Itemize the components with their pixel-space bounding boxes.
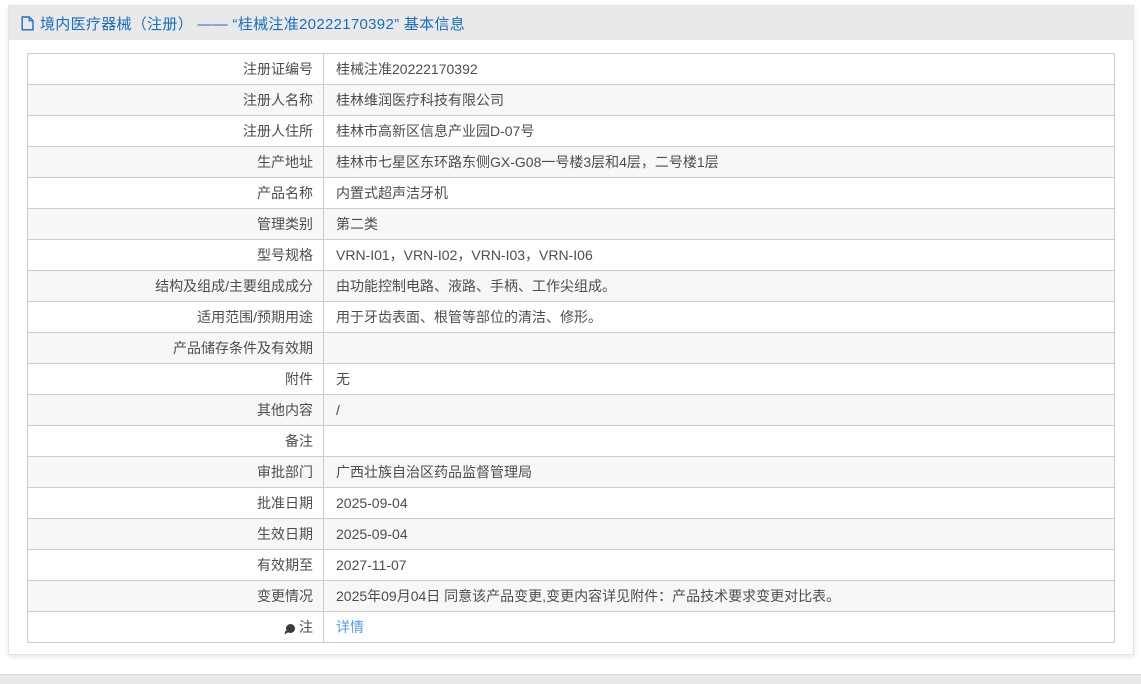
row-label: 变更情况	[27, 580, 324, 612]
table-row: 有效期至 2027-11-07	[27, 549, 1115, 581]
row-value: 桂林维润医疗科技有限公司	[323, 84, 1115, 116]
card-body: 注册证编号 桂械注准20222170392 注册人名称 桂林维润医疗科技有限公司…	[9, 40, 1133, 654]
row-label: 注册人名称	[27, 84, 324, 116]
row-label: 其他内容	[27, 394, 324, 426]
registration-info-card: 境内医疗器械（注册） —— “桂械注准20222170392” 基本信息 注册证…	[8, 5, 1134, 655]
row-label: 备注	[27, 425, 324, 457]
details-link[interactable]: 详情	[336, 619, 364, 635]
row-label: 管理类别	[27, 208, 324, 240]
row-label: 注	[27, 611, 324, 643]
row-label: 注册人住所	[27, 115, 324, 147]
page-title: 境内医疗器械（注册） —— “桂械注准20222170392” 基本信息	[40, 15, 466, 33]
row-label: 型号规格	[27, 239, 324, 271]
row-value: 由功能控制电路、液路、手柄、工作尖组成。	[323, 270, 1115, 302]
row-label: 注册证编号	[27, 53, 324, 85]
table-row: 注册证编号 桂械注准20222170392	[27, 53, 1115, 85]
row-value: 2025-09-04	[323, 518, 1115, 550]
row-value: 详情	[323, 611, 1115, 643]
row-value: 桂林市高新区信息产业园D-07号	[323, 115, 1115, 147]
row-value: VRN-I01，VRN-I02，VRN-I03，VRN-I06	[323, 239, 1115, 271]
table-row: 注册人住所 桂林市高新区信息产业园D-07号	[27, 115, 1115, 147]
table-row: 生效日期 2025-09-04	[27, 518, 1115, 550]
table-row: 产品储存条件及有效期	[27, 332, 1115, 364]
row-value: 桂林市七星区东环路东侧GX-G08一号楼3层和4层，二号楼1层	[323, 146, 1115, 178]
row-value: 桂械注准20222170392	[323, 53, 1115, 85]
bottom-edge-strip	[0, 674, 1141, 684]
table-row: 审批部门 广西壮族自治区药品监督管理局	[27, 456, 1115, 488]
table-row: 结构及组成/主要组成成分 由功能控制电路、液路、手柄、工作尖组成。	[27, 270, 1115, 302]
table-row: 注 详情	[27, 611, 1115, 643]
document-icon	[21, 15, 34, 31]
row-value: 第二类	[323, 208, 1115, 240]
row-label: 适用范围/预期用途	[27, 301, 324, 333]
row-label: 生效日期	[27, 518, 324, 550]
table-row: 注册人名称 桂林维润医疗科技有限公司	[27, 84, 1115, 116]
table-row: 备注	[27, 425, 1115, 457]
row-value: 2025-09-04	[323, 487, 1115, 519]
table-row: 批准日期 2025-09-04	[27, 487, 1115, 519]
row-value: 用于牙齿表面、根管等部位的清洁、修形。	[323, 301, 1115, 333]
row-label: 产品名称	[27, 177, 324, 209]
row-value: 2027-11-07	[323, 549, 1115, 581]
table-row: 型号规格 VRN-I01，VRN-I02，VRN-I03，VRN-I06	[27, 239, 1115, 271]
row-label: 结构及组成/主要组成成分	[27, 270, 324, 302]
table-row: 适用范围/预期用途 用于牙齿表面、根管等部位的清洁、修形。	[27, 301, 1115, 333]
title-bar: 境内医疗器械（注册） —— “桂械注准20222170392” 基本信息	[9, 6, 1133, 40]
table-row: 产品名称 内置式超声洁牙机	[27, 177, 1115, 209]
table-row: 其他内容 /	[27, 394, 1115, 426]
row-label: 有效期至	[27, 549, 324, 581]
table-row: 管理类别 第二类	[27, 208, 1115, 240]
row-value: /	[323, 394, 1115, 426]
row-value: 广西壮族自治区药品监督管理局	[323, 456, 1115, 488]
row-value	[323, 425, 1115, 457]
row-label: 产品储存条件及有效期	[27, 332, 324, 364]
balloon-icon	[286, 624, 295, 633]
row-value: 内置式超声洁牙机	[323, 177, 1115, 209]
table-row: 生产地址 桂林市七星区东环路东侧GX-G08一号楼3层和4层，二号楼1层	[27, 146, 1115, 178]
table-row: 变更情况 2025年09月04日 同意该产品变更,变更内容详见附件：产品技术要求…	[27, 580, 1115, 612]
row-value	[323, 332, 1115, 364]
table-row: 附件 无	[27, 363, 1115, 395]
registration-table: 注册证编号 桂械注准20222170392 注册人名称 桂林维润医疗科技有限公司…	[27, 53, 1115, 643]
row-label: 批准日期	[27, 487, 324, 519]
row-label: 附件	[27, 363, 324, 395]
row-label: 生产地址	[27, 146, 324, 178]
row-value: 无	[323, 363, 1115, 395]
row-value: 2025年09月04日 同意该产品变更,变更内容详见附件：产品技术要求变更对比表…	[323, 580, 1115, 612]
row-label: 审批部门	[27, 456, 324, 488]
